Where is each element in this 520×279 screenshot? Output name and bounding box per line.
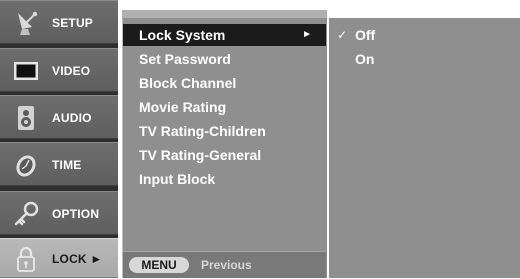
option-label: On xyxy=(355,51,375,67)
sidebar-item-time[interactable]: TIME xyxy=(0,142,118,186)
satellite-dish-icon xyxy=(18,11,38,35)
menu-item-label: Lock System xyxy=(139,27,226,43)
menu-item-set-password[interactable]: Set Password xyxy=(123,48,326,70)
menu-item-lock-system[interactable]: Lock System ► xyxy=(123,24,326,46)
menu-item-movie-rating[interactable]: Movie Rating xyxy=(123,96,326,118)
menu-item-input-block[interactable]: Input Block xyxy=(123,168,326,190)
menu-item-label: Input Block xyxy=(139,171,216,187)
sidebar-item-video[interactable]: VIDEO xyxy=(0,48,118,92)
sidebar-item-option[interactable]: OPTION xyxy=(0,191,118,235)
lock-submenu: Lock System ► Set Password Block Channel… xyxy=(122,18,327,278)
menu-key-button[interactable]: MENU xyxy=(129,257,189,273)
option-on[interactable]: On xyxy=(329,48,520,70)
padlock-icon xyxy=(17,246,35,272)
menu-item-label: TV Rating-General xyxy=(139,147,262,163)
menu-item-tv-rating-general[interactable]: TV Rating-General xyxy=(123,144,326,166)
submenu-footer: MENU Previous xyxy=(123,251,326,278)
sidebar-item-label: TIME xyxy=(52,158,82,172)
sidebar-item-label: OPTION xyxy=(52,207,100,221)
clock-icon xyxy=(16,155,36,177)
menu-item-label: TV Rating-Children xyxy=(139,123,266,139)
monitor-icon xyxy=(14,62,38,80)
speaker-icon xyxy=(18,106,34,130)
menu-item-tv-rating-children[interactable]: TV Rating-Children xyxy=(123,120,326,142)
option-off[interactable]: ✓ Off xyxy=(329,24,520,46)
options-panel: ✓ Off On xyxy=(329,18,520,278)
right-arrow-icon: ► xyxy=(302,29,312,40)
menu-item-label: Block Channel xyxy=(139,75,237,91)
sidebar-item-label: AUDIO xyxy=(52,111,92,125)
check-icon: ✓ xyxy=(337,28,348,42)
previous-hint: Previous xyxy=(201,258,252,272)
category-sidebar: SETUP VIDEO AUDIO TIME OPTION LOCK ► xyxy=(0,0,118,278)
menu-item-block-channel[interactable]: Block Channel xyxy=(123,72,326,94)
sidebar-item-label: SETUP xyxy=(52,16,94,30)
key-icon xyxy=(14,201,39,226)
sidebar-item-audio[interactable]: AUDIO xyxy=(0,95,118,139)
menu-item-label: Set Password xyxy=(139,51,231,67)
sidebar-item-lock[interactable]: LOCK ► xyxy=(0,238,118,278)
option-label: Off xyxy=(355,27,376,43)
sidebar-item-label: LOCK ► xyxy=(52,252,103,266)
sidebar-item-setup[interactable]: SETUP xyxy=(0,0,118,44)
sidebar-item-label: VIDEO xyxy=(52,64,91,78)
menu-item-label: Movie Rating xyxy=(139,99,227,115)
osd-menu: SETUP VIDEO AUDIO TIME OPTION LOCK ► Loc… xyxy=(0,0,520,278)
